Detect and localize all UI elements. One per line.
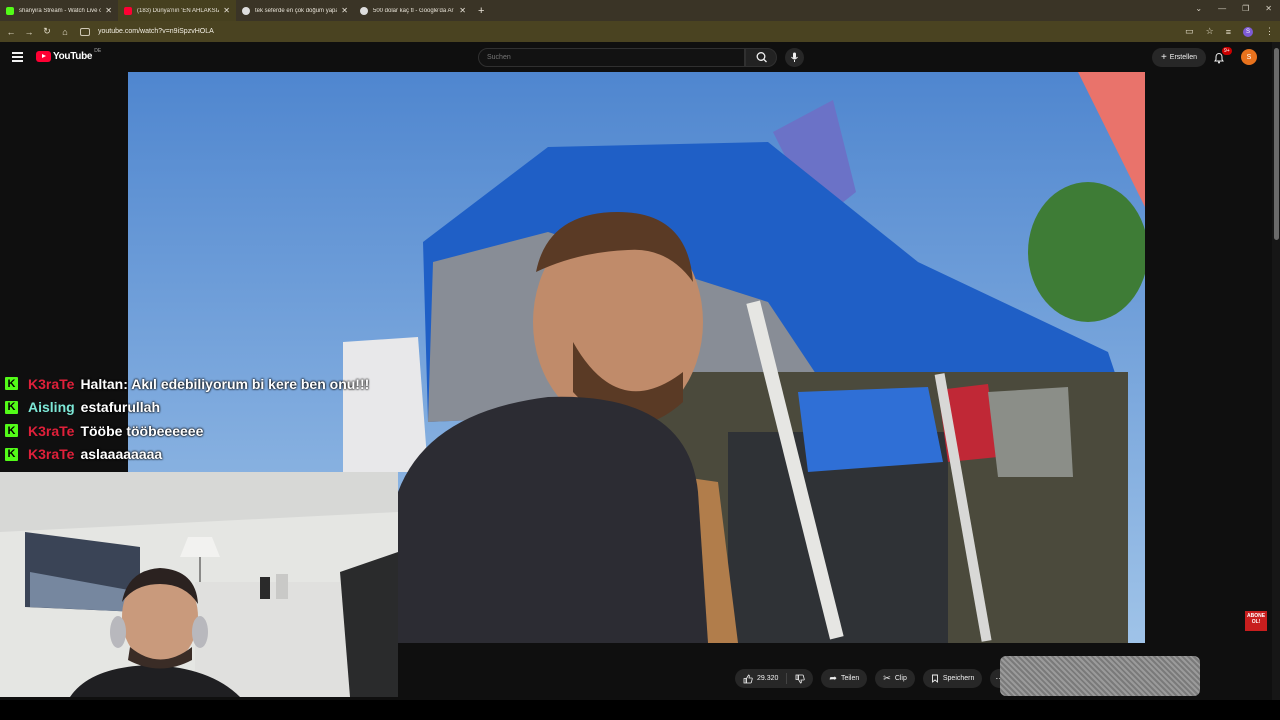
streamer-webcam: [0, 472, 398, 697]
close-tab-icon[interactable]: ✕: [105, 6, 112, 15]
close-window-icon[interactable]: ✕: [1265, 4, 1272, 13]
ol-text: OL!: [1251, 619, 1261, 625]
site-info-icon[interactable]: [80, 27, 90, 36]
youtube-play-icon: [36, 51, 51, 62]
chat-username: Aisling: [28, 399, 75, 416]
close-tab-icon[interactable]: ✕: [341, 6, 348, 15]
hamburger-menu-icon[interactable]: [12, 52, 23, 64]
thumbs-up-icon: [743, 674, 753, 683]
video-actions: 29.320 ➦ Teilen ✂ Clip Speichern ⋯: [735, 669, 1010, 688]
window-controls: ⌄ — ❐ ✕: [1195, 4, 1272, 13]
chat-username: K3raTe: [28, 422, 75, 439]
chat-message: K K3raTe Haltan: Akıl edebiliyorum bi ke…: [5, 372, 369, 396]
kick-logo-icon: K: [5, 400, 18, 414]
chat-text: Haltan: Akıl edebiliyorum bi kere ben on…: [80, 375, 370, 392]
search-button[interactable]: [745, 48, 777, 67]
dislike-button[interactable]: [787, 674, 813, 684]
restore-icon[interactable]: ❐: [1242, 4, 1249, 13]
notification-badge: 9+: [1222, 47, 1232, 55]
save-button[interactable]: Speichern: [922, 669, 983, 688]
browser-tab-active[interactable]: (183) Dünya'nın 'EN AHLAKSIZ ✕: [118, 0, 236, 21]
close-tab-icon[interactable]: ✕: [223, 6, 230, 15]
tab-title: 500 dolar kaç tl - Google'da Ar: [373, 7, 454, 14]
install-app-icon[interactable]: ▭: [1185, 26, 1194, 37]
tab-title: shanyira Stream - Watch Live o: [19, 7, 102, 14]
home-icon[interactable]: ⌂: [56, 27, 74, 37]
address-bar: ← → ↻ ⌂ youtube.com/watch?v=n9iSpzvHOLA …: [0, 21, 1280, 42]
forward-icon[interactable]: →: [20, 27, 38, 37]
close-tab-icon[interactable]: ✕: [459, 6, 466, 15]
chat-text: Tööbe tööbeeeeee: [80, 422, 204, 439]
back-icon[interactable]: ←: [2, 27, 20, 37]
profile-avatar[interactable]: S: [1243, 26, 1253, 37]
search-input[interactable]: Suchen: [478, 48, 745, 67]
youtube-logo[interactable]: YouTube DE: [36, 47, 102, 62]
youtube-favicon-icon: [124, 6, 132, 15]
extensions-icon[interactable]: ≡: [1226, 27, 1231, 37]
thumbs-down-icon: [796, 674, 806, 683]
chat-username: K3raTe: [28, 375, 75, 392]
save-label: Speichern: [942, 675, 975, 682]
kick-logo-icon: K: [5, 447, 18, 461]
browser-tab[interactable]: 500 dolar kaç tl - Google'da Ar ✕: [354, 0, 472, 21]
bookmark-star-icon[interactable]: ☆: [1206, 26, 1214, 37]
browser-tab[interactable]: shanyira Stream - Watch Live o ✕: [0, 0, 118, 21]
chat-overlay: K K3raTe Haltan: Akıl edebiliyorum bi ke…: [5, 372, 369, 466]
create-button[interactable]: + Erstellen: [1152, 48, 1206, 67]
webcam-image: [0, 472, 398, 697]
youtube-header: YouTube DE Suchen + Erstellen 9+: [0, 42, 1280, 72]
bottom-strip: [0, 700, 1280, 720]
reload-icon[interactable]: ↻: [38, 26, 56, 37]
chat-message: K K3raTe aslaaaaaaaa: [5, 443, 369, 467]
clip-label: Clip: [894, 675, 907, 682]
like-dislike-group: 29.320: [735, 669, 814, 688]
google-favicon-icon: [242, 6, 250, 15]
kick-favicon-icon: [6, 6, 14, 15]
tab-search-icon[interactable]: ⌄: [1195, 4, 1202, 13]
logo-text: YouTube: [53, 51, 93, 62]
voice-search-button[interactable]: [785, 48, 804, 67]
share-icon: ➦: [829, 673, 837, 683]
sidebar-ad-thumbnail[interactable]: [1000, 656, 1200, 696]
new-tab-button[interactable]: +: [478, 5, 484, 17]
create-label: Erstellen: [1169, 54, 1198, 61]
subscribe-overlay-badge: ABONE OL!: [1245, 611, 1267, 631]
share-label: Teilen: [840, 675, 860, 682]
kick-logo-icon: K: [5, 424, 18, 438]
google-favicon-icon: [360, 6, 368, 15]
browser-tab[interactable]: tek seferde en çok doğum yapa ✕: [236, 0, 354, 21]
chat-message: K K3raTe Tööbe tööbeeeeee: [5, 419, 369, 443]
tab-title: (183) Dünya'nın 'EN AHLAKSIZ: [137, 7, 220, 14]
share-button[interactable]: ➦ Teilen: [821, 669, 868, 688]
chat-username: K3raTe: [28, 446, 75, 463]
country-code: DE: [94, 47, 102, 54]
minimize-icon[interactable]: —: [1218, 4, 1226, 13]
microphone-icon: [791, 52, 798, 62]
browser-tab-bar: shanyira Stream - Watch Live o ✕ (183) D…: [0, 0, 1280, 21]
browser-menu-icon[interactable]: ⋮: [1265, 26, 1274, 37]
like-button[interactable]: 29.320: [735, 673, 788, 684]
chat-text: estafurullah: [80, 399, 161, 416]
scrollbar-thumb[interactable]: [1274, 48, 1279, 240]
plus-icon: +: [1160, 52, 1167, 63]
chat-text: aslaaaaaaaa: [80, 446, 163, 463]
address-bar-actions: ▭ ☆ ≡ S ⋮: [1185, 26, 1274, 37]
scissors-icon: ✂: [883, 673, 891, 683]
like-count: 29.320: [757, 675, 779, 682]
url-field[interactable]: youtube.com/watch?v=n9iSpzvHOLA: [98, 28, 214, 35]
bookmark-icon: [931, 674, 938, 683]
tab-title: tek seferde en çok doğum yapa: [255, 7, 338, 14]
kick-logo-icon: K: [5, 377, 18, 391]
account-avatar[interactable]: S: [1241, 49, 1257, 65]
clip-button[interactable]: ✂ Clip: [875, 669, 915, 688]
search-icon: [756, 52, 767, 63]
chat-message: K Aisling estafurullah: [5, 396, 369, 420]
